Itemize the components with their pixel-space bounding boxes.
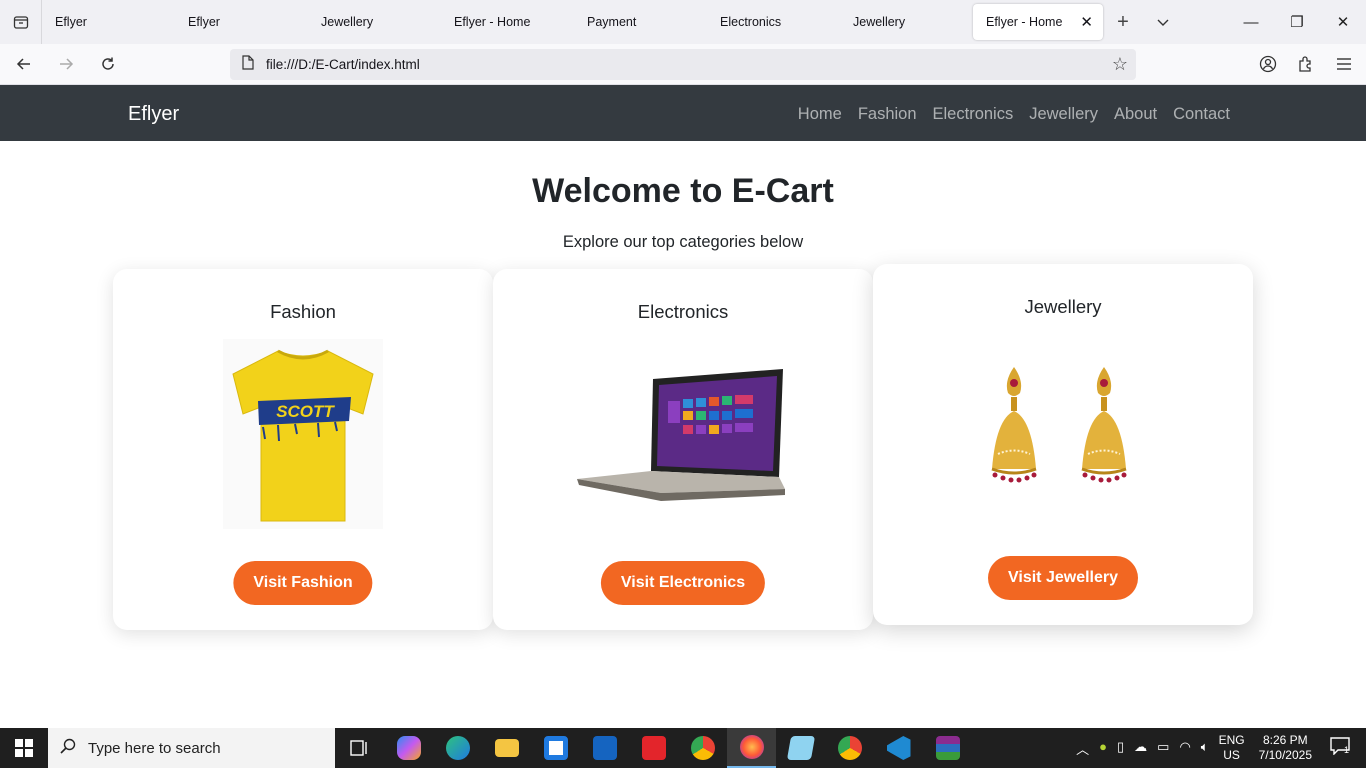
chrome-icon[interactable] [678,728,727,768]
clock-time: 8:26 PM [1262,733,1308,747]
chevron-up-icon[interactable]: ︿ [1076,739,1089,758]
visit-fashion-button[interactable]: Visit Fashion [233,561,373,605]
notification-count: 1 [1344,745,1349,755]
wifi-icon[interactable]: ◠ [1179,739,1190,758]
vscode-icon[interactable] [874,728,923,768]
task-view-icon[interactable] [335,728,384,768]
url-text: file:///D:/E-Cart/index.html [266,57,420,72]
bookmark-star-icon[interactable]: ☆ [1112,54,1128,75]
security-shield-icon[interactable]: ● [1099,739,1107,758]
microsoft-store-icon[interactable] [531,728,580,768]
visit-jewellery-button[interactable]: Visit Jewellery [988,556,1138,600]
nav-link-fashion[interactable]: Fashion [858,105,917,124]
close-window-icon[interactable]: ✕ [1320,0,1366,44]
window-controls: — ❐ ✕ [1228,0,1366,44]
tab-label: Eflyer - Home [454,15,531,29]
nav-link-jewellery[interactable]: Jewellery [1029,105,1098,124]
firefox-icon[interactable] [727,728,776,768]
taskbar-clock[interactable]: 8:26 PM 7/10/2025 [1259,733,1312,763]
visit-electronics-button[interactable]: Visit Electronics [600,561,766,605]
chrome-profile-icon[interactable] [825,728,874,768]
address-bar[interactable]: file:///D:/E-Cart/index.html ☆ [230,49,1136,80]
chevron-down-icon[interactable] [1143,0,1183,44]
back-icon[interactable] [6,46,42,82]
browser-tab[interactable]: Eflyer - Home [441,0,574,44]
close-tab-icon[interactable]: ✕ [1080,13,1093,31]
nav-link-about[interactable]: About [1114,105,1157,124]
wps-office-icon[interactable] [629,728,678,768]
page-subtitle: Explore our top categories below [562,233,804,251]
site-brand[interactable]: Eflyer [128,103,179,126]
account-icon[interactable] [1254,48,1282,80]
extensions-icon[interactable] [1292,48,1320,80]
tab-label: Jewellery [853,15,906,29]
edge-icon[interactable] [433,728,482,768]
tab-list-icon[interactable] [0,0,42,44]
notification-center-icon[interactable]: 1 [1330,736,1358,760]
new-tab-icon[interactable]: + [1103,0,1143,44]
tshirt-image: SCOTT [113,339,493,529]
nav-link-contact[interactable]: Contact [1173,105,1230,124]
site-header: Eflyer Home Fashion Electronics Jeweller… [0,85,1366,141]
forward-icon[interactable] [48,46,84,82]
clock-date: 7/10/2025 [1258,748,1312,762]
category-card-fashion: Fashion SCOTT Visit Fashion [113,269,493,630]
category-card-jewellery: Jewellery Visit Jewellery [873,264,1253,625]
windows-taskbar: Type here to search ︿ ● ▯ ☁ ▭ ◠ 🔈︎ ENG U… [0,728,1366,768]
browser-tab[interactable]: Eflyer [42,0,175,44]
tab-label: Electronics [720,15,782,29]
nav-link-electronics[interactable]: Electronics [933,105,1014,124]
search-icon [60,738,76,759]
nav-link-home[interactable]: Home [798,105,842,124]
tab-label: Eflyer [188,15,220,29]
earring-left [991,367,1037,483]
browser-tab-strip: Eflyer Eflyer Jewellery Eflyer - Home Pa… [0,0,1366,44]
card-title: Fashion [270,301,336,322]
file-explorer-icon[interactable] [482,728,531,768]
menu-icon[interactable] [1330,48,1358,80]
usb-device-icon[interactable]: ▯ [1117,739,1124,758]
laptop-image [493,361,873,511]
system-tray: ︿ ● ▯ ☁ ▭ ◠ 🔈︎ ENG US 8:26 PM 7/10/2025 … [1076,728,1366,768]
earring-right [1081,367,1127,483]
tray-icons: ︿ ● ▯ ☁ ▭ ◠ 🔈︎ [1076,739,1208,758]
browser-tab[interactable]: Jewellery [308,0,441,44]
card-title: Electronics [637,301,729,322]
reload-icon[interactable] [90,46,126,82]
minimize-icon[interactable]: — [1228,0,1274,44]
winrar-icon[interactable] [923,728,972,768]
region-code: US [1223,748,1240,762]
browser-tab[interactable]: Electronics [707,0,840,44]
windows-start-icon[interactable] [0,728,48,768]
tab-label: Payment [587,15,637,29]
copilot-icon[interactable] [384,728,433,768]
outlook-icon[interactable] [580,728,629,768]
browser-tab[interactable]: Eflyer [175,0,308,44]
tshirt-print-text: SCOTT [276,402,335,421]
browser-toolbar: file:///D:/E-Cart/index.html ☆ [0,44,1366,85]
notepad-icon[interactable] [776,728,825,768]
earrings-image [873,359,1253,499]
toolbar-right [1254,48,1358,80]
restore-icon[interactable]: ❐ [1274,0,1320,44]
tab-label: Jewellery [321,15,374,29]
onedrive-icon[interactable]: ☁ [1134,739,1147,758]
tab-label: Eflyer [55,15,87,29]
category-card-electronics: Electronics Visit Electronics [493,269,873,630]
card-title: Jewellery [1024,296,1102,317]
tab-label: Eflyer - Home [986,15,1063,29]
battery-icon[interactable]: ▭ [1157,739,1169,758]
browser-tab-active[interactable]: Eflyer - Home ✕ [973,4,1103,40]
browser-tab[interactable]: Payment [574,0,707,44]
page-title: Welcome to E-Cart [532,172,834,210]
page-icon [242,54,254,75]
volume-icon[interactable]: 🔈︎ [1201,739,1209,758]
language-indicator[interactable]: ENG US [1219,733,1245,763]
browser-tab[interactable]: Jewellery [840,0,973,44]
search-placeholder: Type here to search [88,739,221,757]
taskbar-search-box[interactable]: Type here to search [48,728,335,768]
language-code: ENG [1218,733,1245,747]
site-nav: Home Fashion Electronics Jewellery About… [798,105,1230,124]
